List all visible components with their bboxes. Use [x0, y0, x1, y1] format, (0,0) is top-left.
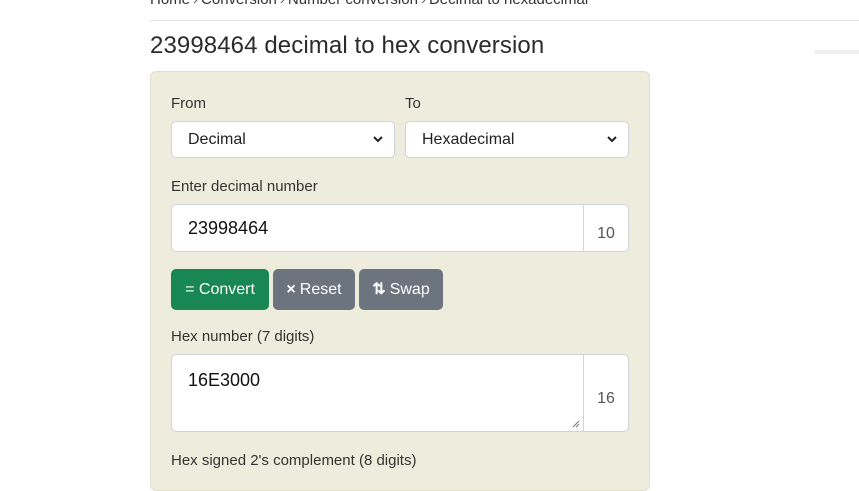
divider — [150, 20, 859, 21]
breadcrumb-separator: › — [280, 0, 285, 8]
chevron-down-icon — [373, 136, 383, 143]
from-select-value: Decimal — [188, 131, 246, 148]
decimal-input[interactable]: 23998464 — [171, 204, 584, 252]
from-label: From — [171, 95, 206, 112]
reset-button[interactable]: × Reset — [273, 269, 355, 310]
page-title: 23998464 decimal to hex conversion — [150, 32, 545, 59]
sidebar-divider — [814, 50, 859, 54]
swap-label: Swap — [389, 281, 430, 298]
breadcrumb-separator: › — [193, 0, 198, 8]
to-select-value: Hexadecimal — [422, 131, 515, 148]
breadcrumb-current: Decimal to hexadecimal — [429, 0, 588, 8]
breadcrumb-conversion[interactable]: Conversion — [201, 0, 277, 8]
chevron-down-icon — [607, 136, 617, 143]
hex-output-value: 16E3000 — [188, 370, 261, 390]
breadcrumb-separator: › — [421, 0, 426, 8]
breadcrumb: Home›Conversion›Number conversion›Decima… — [150, 0, 859, 8]
breadcrumb-number-conversion[interactable]: Number conversion — [288, 0, 418, 8]
reset-label: Reset — [299, 281, 342, 298]
converter-card: From To Decimal Hexadecimal Enter decima… — [150, 71, 650, 491]
convert-button[interactable]: = Convert — [171, 269, 269, 310]
swap-icon: ⇅ — [372, 281, 386, 298]
input-base-badge: 10 — [583, 204, 629, 252]
breadcrumb-home[interactable]: Home — [150, 0, 190, 8]
twos-complement-label: Hex signed 2's complement (8 digits) — [171, 452, 417, 469]
to-select[interactable]: Hexadecimal — [405, 121, 629, 158]
hex-output[interactable]: 16E3000 — [171, 354, 584, 432]
resize-handle-icon[interactable] — [572, 420, 580, 428]
to-label: To — [405, 95, 421, 112]
from-select[interactable]: Decimal — [171, 121, 395, 158]
hex-base-badge: 16 — [583, 354, 629, 432]
input-label: Enter decimal number — [171, 178, 318, 195]
hex-label: Hex number (7 digits) — [171, 328, 315, 345]
swap-button[interactable]: ⇅ Swap — [359, 269, 443, 310]
close-icon: × — [286, 281, 296, 298]
